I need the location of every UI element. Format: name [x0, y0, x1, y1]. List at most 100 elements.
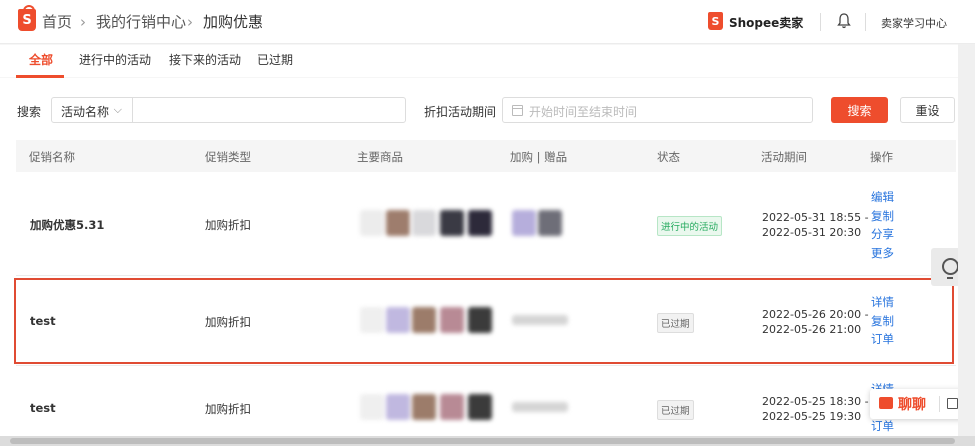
details-link[interactable]: 详情 [871, 293, 894, 312]
addon-product-thumbnails [512, 402, 568, 412]
column-header-status: 状态 [657, 150, 680, 164]
share-link[interactable]: 分享 [871, 225, 894, 244]
vertical-scrollbar[interactable] [958, 44, 975, 436]
column-header-type: 促销类型 [205, 150, 251, 164]
product-thumbnail [412, 210, 436, 236]
breadcrumb-current: 加购优惠 [203, 13, 264, 31]
reset-button[interactable]: 重设 [900, 97, 955, 123]
column-header-main-products: 主要商品 [357, 150, 403, 164]
copy-link[interactable]: 复制 [871, 312, 894, 331]
minimize-icon[interactable] [947, 398, 958, 409]
more-link[interactable]: 更多 [871, 244, 894, 263]
product-thumbnail [360, 394, 384, 420]
tab-expired[interactable]: 已过期 [257, 51, 293, 68]
bell-icon[interactable] [837, 13, 851, 29]
date-range-placeholder: 开始时间至结束时间 [529, 105, 638, 119]
promotion-period: 2022-05-25 18:30 - 2022-05-25 19:30 [762, 394, 869, 424]
promotion-type: 加购折扣 [205, 402, 251, 416]
column-header-period: 活动期间 [761, 150, 807, 164]
breadcrumb-separator-icon: › [187, 13, 193, 31]
chat-label: 聊聊 [898, 397, 926, 413]
period-start: 2022-05-25 18:30 - [762, 395, 869, 408]
column-header-name: 促销名称 [29, 150, 75, 164]
search-label: 搜索 [17, 105, 42, 119]
chat-icon [879, 397, 893, 409]
main-product-thumbnails [360, 210, 500, 236]
divider [939, 396, 940, 412]
edit-link[interactable]: 编辑 [871, 188, 894, 207]
table-row: test 加购折扣 已过期 2022-05-25 18:30 - 2022-05… [16, 366, 956, 446]
product-thumbnail [468, 210, 492, 236]
status-tabs: 全部 进行中的活动 接下来的活动 已过期 [0, 45, 975, 78]
row-actions: 详情 复制 订单 [871, 293, 894, 349]
addon-product-thumbnails [512, 315, 568, 325]
product-thumbnail [412, 394, 436, 420]
date-range-input[interactable]: 开始时间至结束时间 [502, 97, 813, 123]
breadcrumb-marketing-center[interactable]: 我的行销中心 [96, 12, 186, 32]
period-end: 2022-05-31 20:30 [762, 226, 862, 239]
shopee-logo-icon[interactable]: S [18, 5, 36, 31]
table-header: 促销名称 促销类型 主要商品 加购 | 赠品 状态 活动期间 操作 [16, 140, 956, 172]
search-input[interactable] [132, 97, 406, 123]
product-thumbnail [468, 394, 492, 420]
horizontal-scrollbar[interactable] [0, 436, 975, 446]
search-type-select[interactable]: 活动名称 ⌵ [51, 97, 133, 123]
product-thumbnail [360, 307, 384, 333]
copy-link[interactable]: 复制 [871, 207, 894, 226]
status-badge: 进行中的活动 [657, 216, 723, 236]
table-row: test 加购折扣 已过期 2022-05-26 20:00 - 2022-05… [16, 276, 956, 366]
promotion-type: 加购折扣 [205, 218, 251, 232]
status-badge: 已过期 [657, 313, 694, 333]
product-thumbnail [440, 394, 464, 420]
period-end: 2022-05-25 19:30 [762, 410, 862, 423]
promotion-name: test [30, 314, 56, 328]
shopee-brand-icon: S [708, 12, 723, 30]
headset-icon [942, 258, 959, 279]
tab-all[interactable]: 全部 [29, 51, 53, 68]
product-thumbnail [386, 210, 410, 236]
product-thumbnail [538, 210, 562, 236]
period-start: 2022-05-31 18:55 - [762, 211, 869, 224]
product-thumbnail [386, 307, 410, 333]
table-row: 加购优惠5.31 加购折扣 进行中的活动 2022-05-31 18:55 - … [16, 172, 956, 276]
product-thumbnail [468, 307, 492, 333]
product-thumbnail [412, 307, 436, 333]
top-header: S 首页 › 我的行销中心 › 加购优惠 S Shopee卖家 卖家学习中心 [0, 0, 975, 44]
chevron-down-icon: ⌵ [113, 103, 122, 116]
promotion-name: test [30, 401, 56, 415]
orders-link[interactable]: 订单 [871, 330, 894, 349]
search-button[interactable]: 搜索 [831, 97, 888, 123]
column-header-addon-gift: 加购 | 赠品 [510, 150, 568, 164]
calendar-icon [512, 105, 523, 116]
status-badge: 已过期 [657, 400, 694, 420]
product-thumbnail [386, 394, 410, 420]
product-thumbnail [512, 210, 536, 236]
orders-link[interactable]: 订单 [871, 417, 894, 436]
tab-upcoming[interactable]: 接下来的活动 [169, 51, 241, 68]
date-range-label: 折扣活动期间 [424, 105, 497, 119]
product-thumbnail [440, 210, 464, 236]
promotion-name: 加购优惠5.31 [30, 218, 105, 232]
search-type-value: 活动名称 [61, 105, 110, 119]
promotion-period: 2022-05-31 18:55 - 2022-05-31 20:30 [762, 210, 869, 240]
row-actions: 编辑 复制 分享 更多 [871, 188, 894, 262]
promotion-period: 2022-05-26 20:00 - 2022-05-26 21:00 [762, 307, 869, 337]
period-end: 2022-05-26 21:00 [762, 323, 862, 336]
breadcrumb-home[interactable]: 首页 [42, 12, 72, 32]
scrollbar-thumb[interactable] [10, 438, 955, 444]
brand-name: Shopee卖家 [729, 16, 804, 30]
chat-widget[interactable]: 聊聊 [870, 389, 965, 419]
period-start: 2022-05-26 20:00 - [762, 308, 869, 321]
seller-learning-center-link[interactable]: 卖家学习中心 [881, 15, 947, 31]
breadcrumb-separator-icon: › [80, 13, 86, 31]
divider [820, 13, 821, 31]
tab-ongoing[interactable]: 进行中的活动 [79, 51, 151, 68]
addon-product-thumbnails [512, 210, 568, 236]
main-product-thumbnails [360, 394, 500, 420]
promotion-type: 加购折扣 [205, 315, 251, 329]
product-thumbnail [360, 210, 384, 236]
product-thumbnail [440, 307, 464, 333]
column-header-actions: 操作 [870, 150, 893, 164]
divider [865, 13, 866, 31]
main-product-thumbnails [360, 307, 500, 333]
